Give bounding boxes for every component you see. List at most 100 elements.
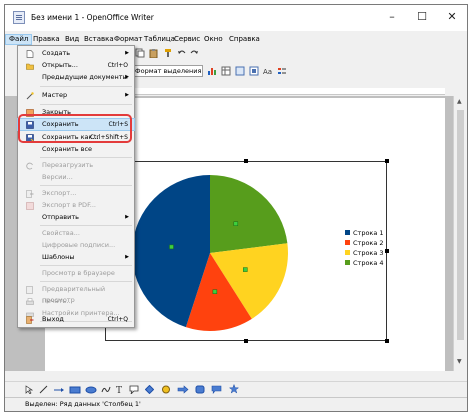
menu-item-properties[interactable]: Свойства... [18,228,134,239]
title-bar: Без имени 1 - OpenOffice Writer – ☐ ✕ [5,5,467,31]
menu-separator [40,281,132,282]
freeform-line-icon[interactable] [101,385,111,394]
callout-tool-icon[interactable] [129,385,139,394]
chart-area-icon[interactable] [235,66,245,76]
symbol-shapes-icon[interactable] [161,385,171,394]
data-point-handle[interactable] [212,289,218,294]
menu-item-export[interactable]: Экспорт... [18,188,134,199]
scroll-down-icon[interactable]: ▼ [457,358,462,365]
menu-edit[interactable]: Правка [30,34,63,45]
menu-item-recent-documents[interactable]: Предыдущие документы ▶ [18,72,134,83]
ellipse-tool-icon[interactable] [85,385,97,394]
menu-item-save-all[interactable]: Сохранить все [18,144,134,155]
menu-separator [40,104,132,105]
legend-item: Строка 2 [345,239,384,247]
selection-handle[interactable] [385,249,389,253]
pie-chart[interactable] [115,171,305,336]
submenu-arrow-icon: ▶ [125,50,129,56]
close-icon[interactable]: ✕ [437,5,467,29]
slice-row-4[interactable] [210,175,288,253]
reload-icon [26,162,33,170]
legend-on-off-icon[interactable] [277,66,287,76]
selection-handle[interactable] [385,159,389,163]
menu-item-label: Свойства... [42,229,80,237]
menu-item-digital-signatures[interactable]: Цифровые подписи... [18,240,134,251]
legend-item: Строка 3 [345,249,384,257]
menu-bar: Файл Правка Вид Вставка Формат Таблица С… [5,33,467,45]
undo-icon[interactable] [177,48,187,58]
menu-item-reload[interactable]: Перезагрузить [18,160,134,171]
menu-item-templates[interactable]: Шаблоны ▶ [18,252,134,263]
menu-item-preview-in-browser[interactable]: Просмотр в браузере [18,268,134,279]
menu-item-shortcut: Ctrl+Q [107,316,128,323]
legend-swatch [345,250,350,255]
stars-icon[interactable] [229,384,239,394]
format-paintbrush-icon[interactable] [163,48,173,58]
exit-icon [26,316,34,324]
arrow-line-icon[interactable] [53,385,65,394]
menu-item-send[interactable]: Отправить ▶ [18,212,134,223]
menu-item-label: Цифровые подписи... [42,241,116,249]
chart-type-icon[interactable] [207,66,217,76]
title-on-off-icon[interactable]: Aa [263,66,273,76]
menu-item-label: Открыть... [42,61,78,69]
export-icon [26,190,34,198]
selection-handle[interactable] [385,339,389,343]
vertical-scrollbar[interactable]: ▲ ▼ [453,96,467,371]
legend-swatch [345,230,350,235]
text-tool-icon[interactable]: T [115,384,125,394]
rectangle-tool-icon[interactable] [69,385,81,394]
data-point-handle[interactable] [169,244,174,250]
menu-window[interactable]: Окно [201,34,226,45]
menu-item-print-preview[interactable]: Предварительный просмотр [18,284,134,304]
submenu-arrow-icon: ▶ [125,214,129,220]
menu-item-open[interactable]: Открыть... Ctrl+O [18,60,134,71]
menu-item-label: Экспорт... [42,189,77,197]
export-pdf-icon [26,202,34,210]
menu-item-export-pdf[interactable]: Экспорт в PDF... [18,200,134,211]
scroll-up-icon[interactable]: ▲ [457,98,462,105]
legend-label: Строка 1 [353,229,384,237]
menu-view[interactable]: Вид [62,34,82,45]
selection-handle[interactable] [244,159,248,163]
basic-shapes-icon[interactable] [145,385,154,394]
menu-item-new[interactable]: Создать ▶ [18,48,134,59]
menu-item-label: Создать [42,49,71,57]
selection-handle[interactable] [244,339,248,343]
submenu-arrow-icon: ▶ [125,74,129,80]
menu-tools[interactable]: Сервис [171,34,203,45]
select-arrow-icon[interactable] [25,385,33,394]
block-arrows-icon[interactable] [177,385,189,394]
legend-label: Строка 2 [353,239,384,247]
print-icon [26,298,34,305]
legend-swatch [345,260,350,265]
flowchart-icon[interactable] [195,385,205,394]
legend-item: Строка 4 [345,259,384,267]
chart-data-table-icon[interactable] [221,66,231,76]
menu-file[interactable]: Файл [5,34,33,45]
menu-item-label: Экспорт в PDF... [42,201,96,209]
scroll-thumb[interactable] [457,110,464,340]
menu-item-versions[interactable]: Версии... [18,172,134,183]
menu-separator [40,225,132,226]
line-tool-icon[interactable] [39,385,48,394]
copy-icon[interactable] [135,48,145,58]
writer-app-icon [13,11,25,24]
menu-item-label: Мастер [42,91,68,99]
svg-text:T: T [116,386,122,394]
maximize-icon[interactable]: ☐ [407,5,437,29]
menu-item-exit[interactable]: Выход Ctrl+Q [18,314,134,325]
minimize-icon[interactable]: – [377,5,407,29]
callouts-icon[interactable] [211,385,222,394]
menu-item-wizard[interactable]: Мастер ▶ [18,90,134,101]
chart-wall-icon[interactable] [249,66,259,76]
menu-item-label: Отправить [42,213,79,221]
redo-icon[interactable] [189,48,199,58]
paragraph-style-select[interactable]: Формат выделения [131,65,203,77]
data-point-handle[interactable] [233,221,239,226]
menu-help[interactable]: Справка [226,34,263,45]
data-point-handle[interactable] [243,267,248,272]
paste-icon[interactable] [149,48,159,58]
menu-item-label: Просмотр в браузере [42,269,115,277]
menu-item-print[interactable]: Печать... [18,296,134,307]
